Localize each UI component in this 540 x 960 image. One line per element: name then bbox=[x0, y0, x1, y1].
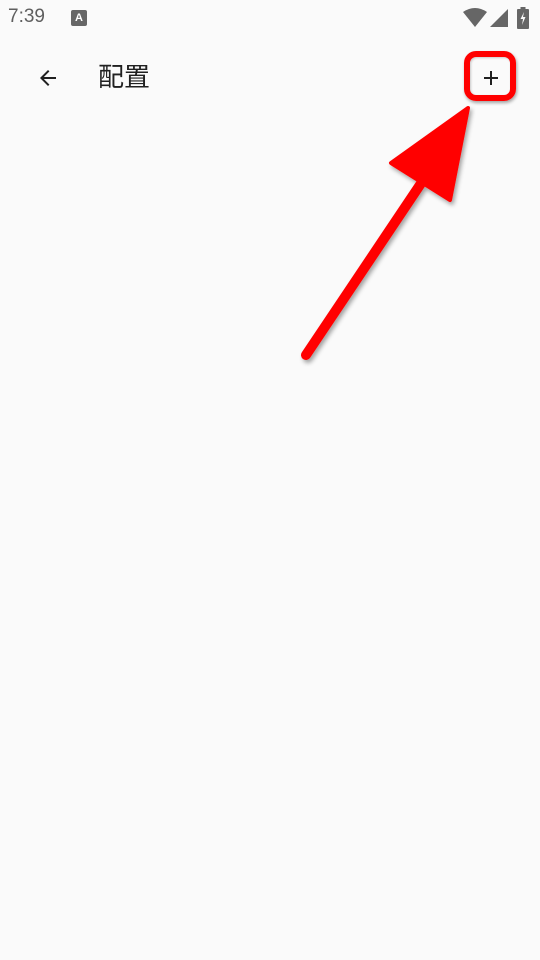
arrow-back-icon bbox=[40, 70, 56, 86]
wifi-icon bbox=[463, 8, 487, 27]
status-bar: 7:39 A bbox=[0, 0, 540, 36]
notification-app-icon: A bbox=[71, 10, 87, 26]
battery-charging-icon bbox=[517, 7, 529, 29]
back-button[interactable] bbox=[24, 54, 72, 102]
app-bar: 配置 bbox=[0, 36, 540, 120]
page-title: 配置 bbox=[98, 63, 151, 93]
add-button[interactable] bbox=[468, 55, 514, 101]
annotation-arrow bbox=[301, 106, 470, 360]
plus-icon bbox=[484, 71, 498, 85]
status-time: 7:39 bbox=[8, 6, 45, 27]
signal-icon bbox=[490, 9, 508, 27]
